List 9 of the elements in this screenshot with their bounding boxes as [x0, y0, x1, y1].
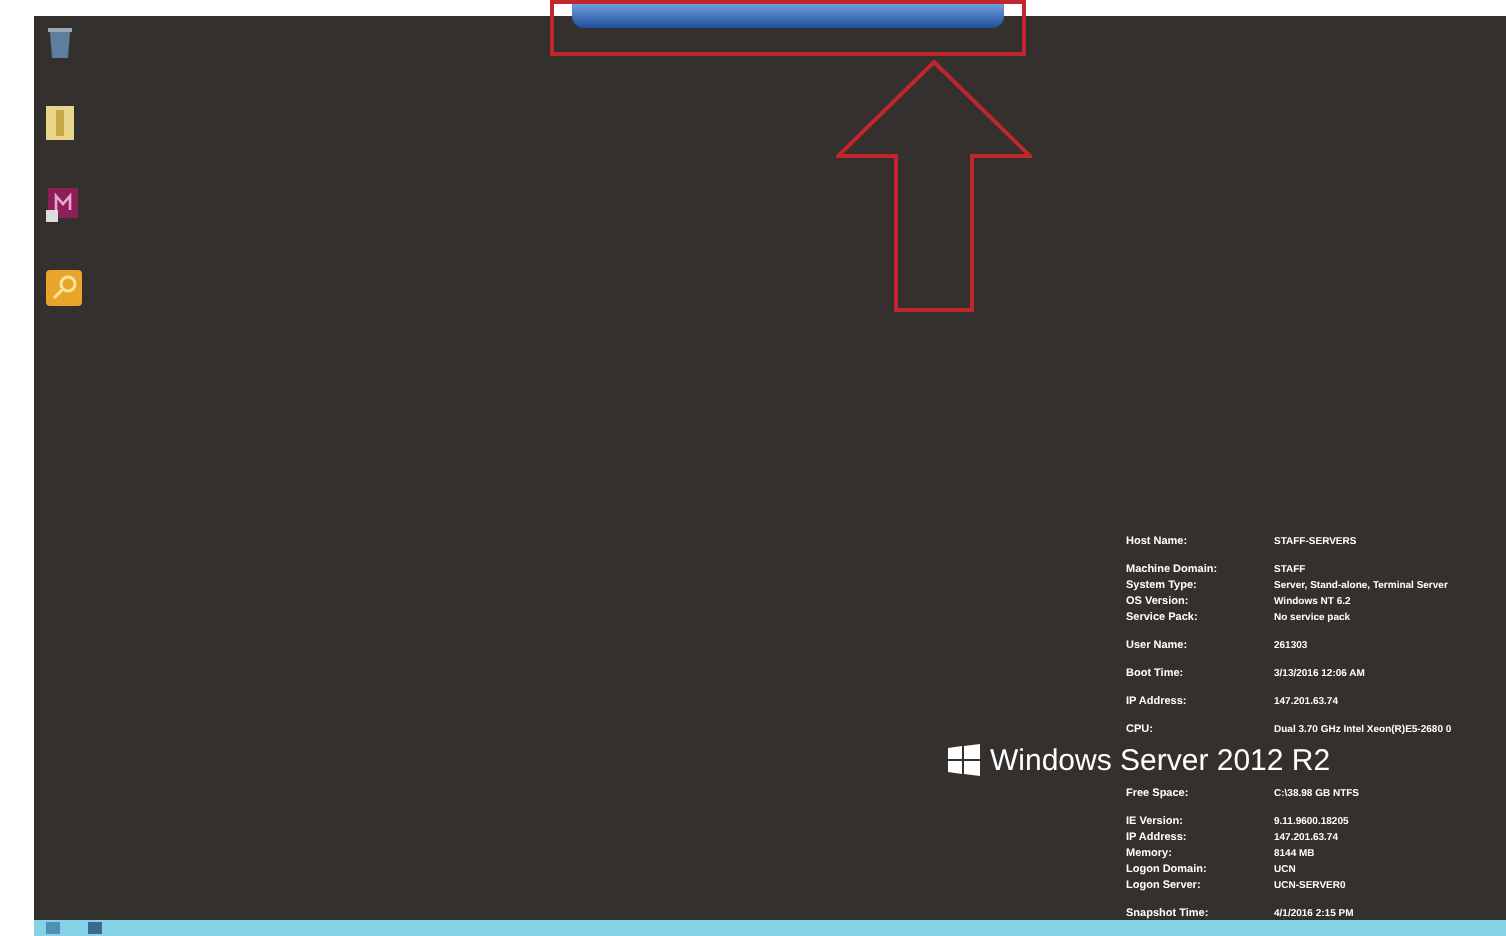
explorer-icon[interactable] — [88, 922, 102, 934]
windows-logo-icon — [948, 744, 980, 776]
folder-icon[interactable] — [46, 106, 74, 140]
app-icon[interactable] — [46, 188, 78, 222]
windows-start-icon[interactable] — [46, 922, 60, 934]
connection-bar-strip[interactable] — [572, 4, 1004, 28]
arrow-icon — [836, 60, 1032, 312]
trash-bin-icon[interactable] — [46, 24, 74, 58]
os-logo-text: Windows Server 2012 R2 — [990, 745, 1331, 775]
